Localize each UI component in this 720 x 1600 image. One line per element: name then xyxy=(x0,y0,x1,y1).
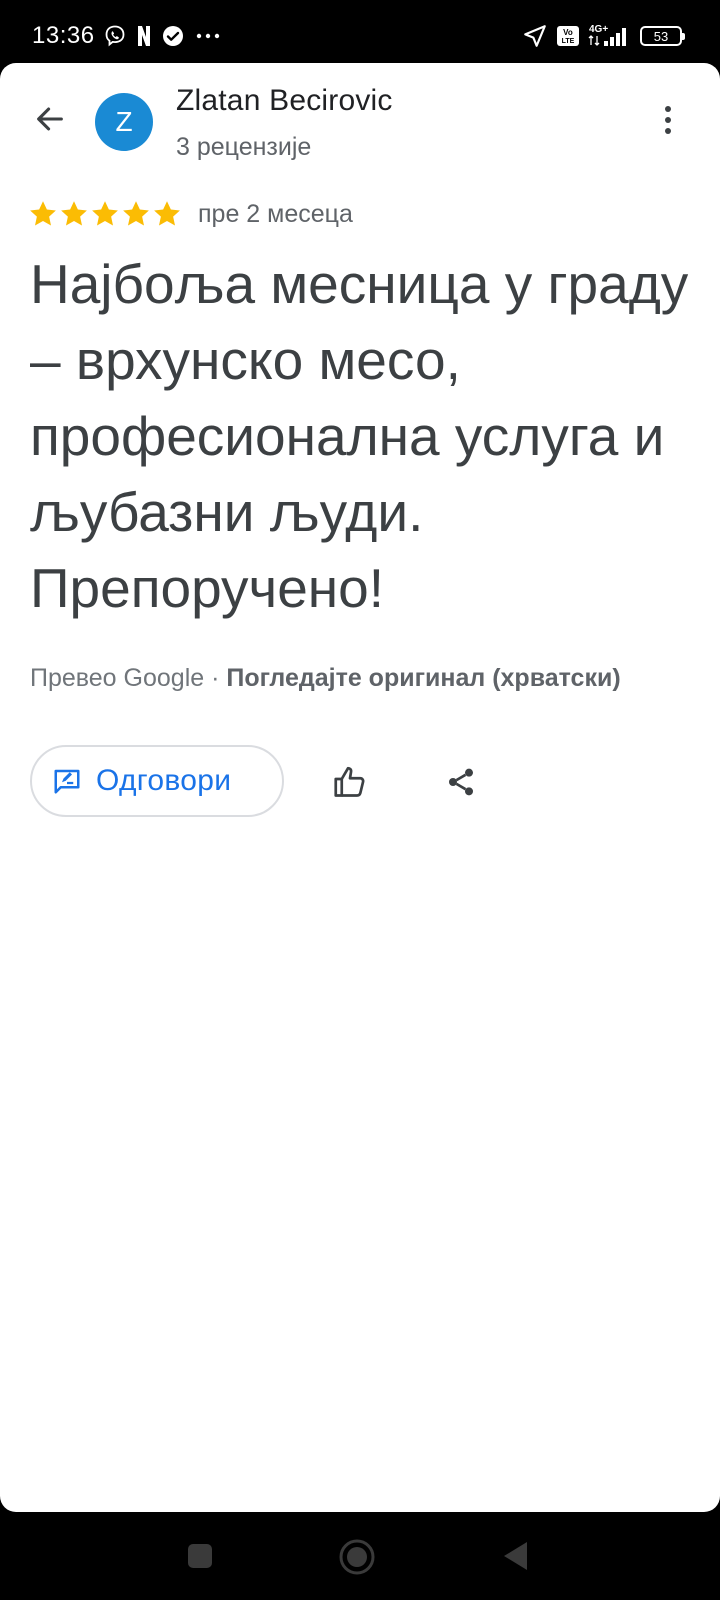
translation-row: Превео Google · Погледајте оригинал (хрв… xyxy=(30,664,621,693)
location-arrow-icon xyxy=(522,23,548,49)
review-count: 3 рецензије xyxy=(176,133,312,161)
home-circle-icon xyxy=(339,1539,375,1575)
nav-back-button[interactable] xyxy=(500,1540,530,1572)
check-circle-icon xyxy=(161,24,185,48)
status-left: 13:36 xyxy=(32,20,223,52)
reply-label: Одговори xyxy=(96,764,232,797)
review-date: пре 2 месеца xyxy=(198,199,353,228)
nav-home-button[interactable] xyxy=(338,1538,376,1576)
translation-separator: · xyxy=(204,664,227,692)
share-icon xyxy=(449,768,473,796)
status-right: Vo LTE 4G+ 53 xyxy=(522,20,685,52)
star-icon xyxy=(154,201,180,226)
volte-icon: Vo LTE xyxy=(556,24,580,48)
translated-by-label: Превео Google xyxy=(30,664,205,692)
viber-icon xyxy=(103,24,127,48)
status-bar: 13:36 Vo LTE 4G+ 53 xyxy=(0,0,720,64)
star-icon xyxy=(30,201,56,226)
back-arrow-icon xyxy=(37,107,63,131)
netflix-icon xyxy=(135,24,153,48)
battery-icon: 53 xyxy=(640,26,685,46)
status-time: 13:36 xyxy=(32,22,95,49)
back-triangle-icon xyxy=(504,1542,527,1570)
star-icon xyxy=(123,201,149,226)
like-button[interactable] xyxy=(326,758,374,806)
view-original-link[interactable]: Погледајте оригинал (хрватски) xyxy=(226,664,620,692)
author-name[interactable]: Zlatan Becirovic xyxy=(176,84,393,118)
star-icon xyxy=(92,201,118,226)
share-button[interactable] xyxy=(437,758,485,806)
svg-text:4G+: 4G+ xyxy=(589,24,608,35)
star-icon xyxy=(61,201,87,226)
avatar[interactable]: Z xyxy=(95,93,153,151)
more-options-button[interactable] xyxy=(648,98,688,142)
nav-recents-button[interactable] xyxy=(186,1542,214,1570)
more-dots-icon xyxy=(193,24,223,48)
star-rating xyxy=(28,199,182,229)
reply-edit-icon xyxy=(54,769,80,794)
rating-row: пре 2 месеца xyxy=(28,197,353,231)
svg-text:Vo: Vo xyxy=(563,28,573,37)
avatar-initial: Z xyxy=(115,106,133,137)
back-button[interactable] xyxy=(28,97,72,141)
svg-text:LTE: LTE xyxy=(562,38,575,45)
signal-4g-icon: 4G+ xyxy=(588,22,632,50)
review-text: Најбоља месница у граду – врхунско месо,… xyxy=(30,253,689,619)
battery-level: 53 xyxy=(653,28,669,44)
thumbs-up-icon xyxy=(334,766,365,797)
reply-button[interactable]: Одговори xyxy=(30,745,284,817)
square-icon xyxy=(188,1544,212,1568)
more-vert-icon xyxy=(665,106,671,134)
